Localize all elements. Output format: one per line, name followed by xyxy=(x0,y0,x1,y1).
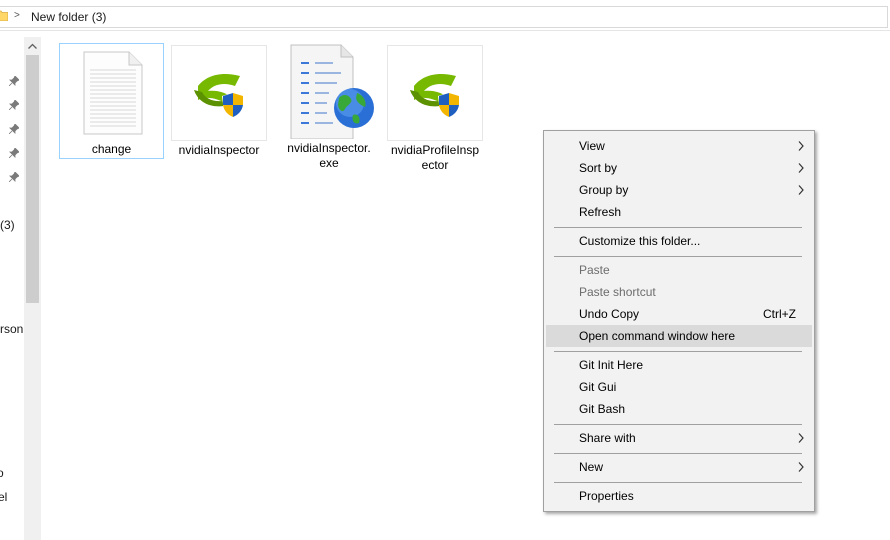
shortcut-label: Ctrl+Z xyxy=(763,307,796,321)
menu-item-undo-copy[interactable]: Undo Copy Ctrl+Z xyxy=(546,303,812,325)
nav-item[interactable]: rson xyxy=(0,322,23,336)
chevron-right-icon xyxy=(798,141,804,151)
file-name: nvidiaProfileInspector xyxy=(390,143,480,172)
context-menu: View Sort by Group by Refresh Customize … xyxy=(543,130,815,512)
text-document-icon xyxy=(64,44,160,140)
menu-item-share-with[interactable]: Share with xyxy=(546,427,812,449)
menu-separator xyxy=(554,453,802,454)
scroll-up-arrow-icon[interactable] xyxy=(24,37,41,54)
chevron-right-icon xyxy=(798,462,804,472)
menu-separator xyxy=(554,424,802,425)
menu-item-open-command-window[interactable]: Open command window here xyxy=(546,325,812,347)
menu-item-git-gui[interactable]: Git Gui xyxy=(546,376,812,398)
chevron-right-icon xyxy=(798,163,804,173)
nav-item[interactable]: (3) xyxy=(0,218,15,232)
pin-icon xyxy=(9,172,19,182)
chevron-right-icon xyxy=(798,433,804,443)
nav-item[interactable]: o xyxy=(0,466,4,480)
address-bar: > New folder (3) xyxy=(0,0,890,31)
document-globe-icon xyxy=(283,43,375,140)
nav-item[interactable]: el xyxy=(0,490,7,504)
pin-icon xyxy=(9,76,19,86)
menu-separator xyxy=(554,227,802,228)
menu-item-view[interactable]: View xyxy=(546,135,812,157)
address-box[interactable] xyxy=(0,6,888,28)
menu-item-paste-shortcut[interactable]: Paste shortcut xyxy=(546,281,812,303)
menu-item-paste[interactable]: Paste xyxy=(546,259,812,281)
chevron-right-icon xyxy=(798,185,804,195)
file-item-nvidiaprofileinspector[interactable]: nvidiaProfileInspector xyxy=(387,43,483,177)
menu-separator xyxy=(554,482,802,483)
menu-separator xyxy=(554,256,802,257)
menu-item-refresh[interactable]: Refresh xyxy=(546,201,812,223)
menu-item-git-bash[interactable]: Git Bash xyxy=(546,398,812,420)
menu-item-new[interactable]: New xyxy=(546,456,812,478)
pin-icon xyxy=(9,100,19,110)
file-item-nvidiainspector[interactable]: nvidiaInspector xyxy=(171,43,267,162)
nvidia-shield-icon xyxy=(387,45,483,141)
nvidia-shield-icon xyxy=(171,45,267,141)
chevron-right-icon[interactable]: > xyxy=(14,10,20,21)
menu-item-sort-by[interactable]: Sort by xyxy=(546,157,812,179)
folder-icon xyxy=(0,10,8,21)
menu-item-properties[interactable]: Properties xyxy=(546,485,812,507)
menu-item-group-by[interactable]: Group by xyxy=(546,179,812,201)
menu-item-customize-folder[interactable]: Customize this folder... xyxy=(546,230,812,252)
pin-icon xyxy=(9,124,19,134)
file-item-change[interactable]: change xyxy=(59,43,164,159)
file-name: change xyxy=(91,142,132,156)
file-item-nvidiainspector-exe[interactable]: nvidiaInspector.exe xyxy=(283,43,375,175)
menu-item-git-init[interactable]: Git Init Here xyxy=(546,354,812,376)
file-name: nvidiaInspector.exe xyxy=(287,141,371,170)
breadcrumb-folder[interactable]: New folder (3) xyxy=(31,10,106,24)
menu-separator xyxy=(554,351,802,352)
file-name: nvidiaInspector xyxy=(178,143,260,157)
nav-scroll-thumb[interactable] xyxy=(26,55,39,303)
pin-icon xyxy=(9,148,19,158)
